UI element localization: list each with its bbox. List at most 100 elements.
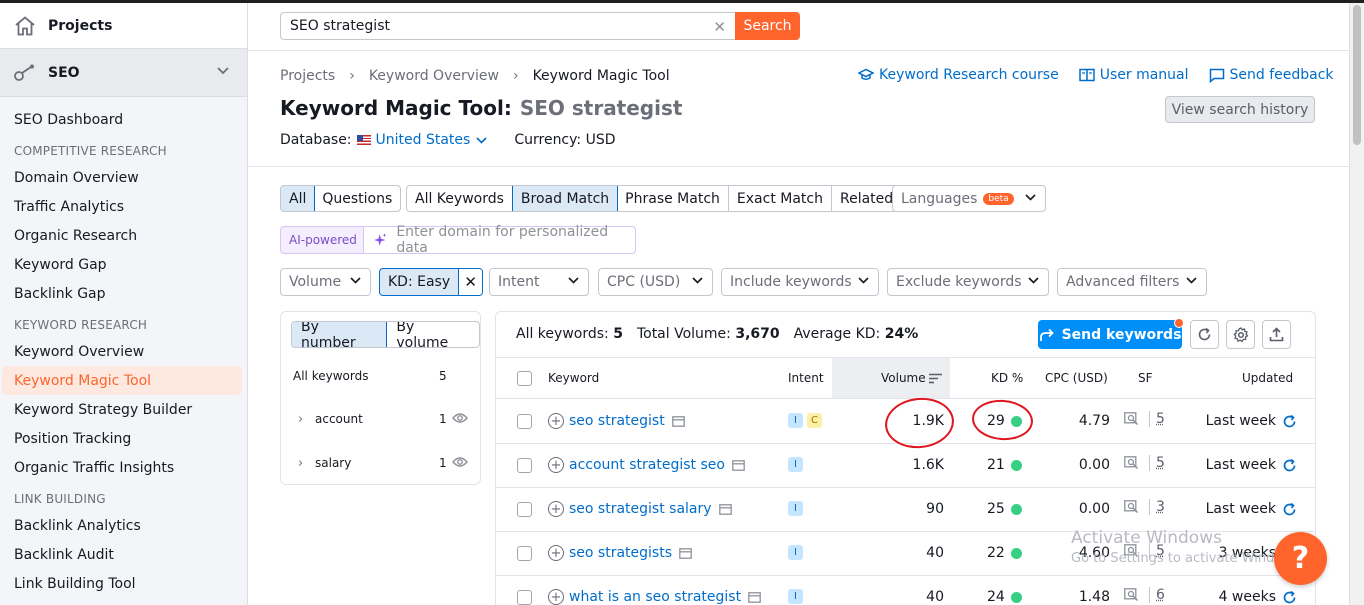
serp-features-icon[interactable] bbox=[1124, 412, 1139, 426]
refresh-icon[interactable] bbox=[1282, 590, 1297, 605]
sf-count[interactable]: 5 bbox=[1149, 411, 1165, 427]
add-to-list-icon[interactable]: + bbox=[548, 545, 564, 561]
tab-exact-match[interactable]: Exact Match bbox=[729, 186, 832, 211]
group-item[interactable]: › account 1 bbox=[281, 404, 480, 434]
volume-filter[interactable]: Volume bbox=[280, 268, 371, 296]
exclude-keywords-filter[interactable]: Exclude keywords bbox=[887, 268, 1049, 296]
user-manual-link[interactable]: User manual bbox=[1078, 67, 1189, 83]
send-feedback-link[interactable]: Send feedback bbox=[1209, 67, 1334, 83]
col-volume[interactable]: Volume bbox=[881, 371, 926, 385]
languages-dropdown[interactable]: Languages beta bbox=[892, 185, 1046, 212]
sidebar-item-traffic-analytics[interactable]: Traffic Analytics bbox=[0, 192, 247, 221]
sidebar-item-backlink-audit[interactable]: Backlink Audit bbox=[0, 540, 247, 569]
add-to-list-icon[interactable]: + bbox=[548, 589, 564, 605]
sidebar-projects[interactable]: Projects bbox=[0, 3, 247, 49]
eye-icon[interactable] bbox=[452, 456, 468, 468]
row-checkbox[interactable] bbox=[517, 414, 532, 429]
export-button[interactable] bbox=[1262, 320, 1291, 349]
row-checkbox[interactable] bbox=[517, 458, 532, 473]
keyword-link[interactable]: seo strategists bbox=[569, 545, 672, 561]
ai-domain-input[interactable]: Enter domain for personalized data bbox=[362, 224, 635, 256]
serp-features-icon[interactable] bbox=[1124, 456, 1139, 470]
tab-questions[interactable]: Questions bbox=[314, 186, 400, 211]
sidebar-seo-toggle[interactable]: SEO bbox=[0, 49, 247, 97]
serp-features-icon[interactable] bbox=[1124, 500, 1139, 514]
group-item[interactable]: › salary 1 bbox=[281, 448, 480, 478]
sidebar-item-link-building-tool[interactable]: Link Building Tool bbox=[0, 569, 247, 598]
clear-icon[interactable]: ✕ bbox=[713, 18, 726, 36]
add-to-list-icon[interactable]: + bbox=[548, 501, 564, 517]
breadcrumb-projects[interactable]: Projects bbox=[280, 68, 335, 84]
tab-all-keywords[interactable]: All Keywords bbox=[407, 186, 513, 211]
keyword-link[interactable]: seo strategist salary bbox=[569, 501, 712, 517]
sidebar-item-seo-dashboard[interactable]: SEO Dashboard bbox=[0, 105, 247, 134]
keyword-link[interactable]: what is an seo strategist bbox=[569, 589, 741, 605]
col-updated[interactable]: Updated bbox=[1242, 371, 1293, 385]
kd-filter-active[interactable]: KD: Easy ✕ bbox=[379, 268, 484, 296]
refresh-button[interactable] bbox=[1190, 320, 1219, 349]
group-all-keywords[interactable]: All keywords 5 bbox=[281, 361, 480, 391]
sidebar-item-keyword-magic-tool[interactable]: Keyword Magic Tool bbox=[2, 366, 242, 395]
chevron-right-icon[interactable]: › bbox=[298, 412, 303, 427]
refresh-icon[interactable] bbox=[1282, 502, 1297, 517]
select-all-checkbox[interactable] bbox=[517, 371, 532, 386]
tab-related[interactable]: Related bbox=[832, 186, 901, 211]
help-button[interactable]: ? bbox=[1274, 532, 1327, 585]
serp-preview-icon[interactable] bbox=[671, 415, 685, 427]
serp-preview-icon[interactable] bbox=[732, 459, 745, 471]
sidebar-item-organic-research[interactable]: Organic Research bbox=[0, 221, 247, 250]
search-button[interactable]: Search bbox=[735, 12, 800, 40]
chevron-right-icon[interactable]: › bbox=[298, 456, 303, 471]
tab-broad-match[interactable]: Broad Match bbox=[511, 186, 619, 211]
scrollbar-thumb[interactable] bbox=[1353, 5, 1361, 145]
row-checkbox[interactable] bbox=[517, 502, 532, 517]
page-scrollbar[interactable] bbox=[1349, 3, 1364, 605]
sort-desc-icon[interactable] bbox=[929, 373, 942, 384]
serp-features-icon[interactable] bbox=[1124, 588, 1139, 602]
sf-count[interactable]: 3 bbox=[1149, 499, 1165, 515]
sidebar-item-backlink-analytics[interactable]: Backlink Analytics bbox=[0, 511, 247, 540]
send-keywords-button[interactable]: Send keywords bbox=[1038, 320, 1182, 349]
col-intent[interactable]: Intent bbox=[788, 371, 824, 385]
refresh-icon[interactable] bbox=[1282, 414, 1297, 429]
advanced-filters[interactable]: Advanced filters bbox=[1057, 268, 1207, 296]
sidebar-item-keyword-gap[interactable]: Keyword Gap bbox=[0, 250, 247, 279]
sidebar-item-keyword-strategy-builder[interactable]: Keyword Strategy Builder bbox=[0, 395, 247, 424]
add-to-list-icon[interactable]: + bbox=[548, 413, 564, 429]
search-input[interactable]: SEO strategist ✕ bbox=[280, 12, 735, 40]
sidebar-item-keyword-overview[interactable]: Keyword Overview bbox=[0, 337, 247, 366]
sf-count[interactable]: 6 bbox=[1149, 587, 1165, 603]
settings-button[interactable] bbox=[1226, 320, 1255, 349]
sidebar-item-organic-traffic-insights[interactable]: Organic Traffic Insights bbox=[0, 453, 247, 482]
sidebar-item-backlink-gap[interactable]: Backlink Gap bbox=[0, 279, 247, 308]
include-keywords-filter[interactable]: Include keywords bbox=[721, 268, 879, 296]
eye-icon[interactable] bbox=[452, 412, 468, 424]
refresh-icon[interactable] bbox=[1282, 458, 1297, 473]
keyword-link[interactable]: seo strategist bbox=[569, 413, 665, 429]
add-to-list-icon[interactable]: + bbox=[548, 457, 564, 473]
database-select[interactable]: United States bbox=[356, 132, 488, 148]
close-icon[interactable]: ✕ bbox=[458, 269, 483, 295]
sidebar-item-domain-overview[interactable]: Domain Overview bbox=[0, 163, 247, 192]
sf-count[interactable]: 5 bbox=[1149, 455, 1165, 471]
row-checkbox[interactable] bbox=[517, 546, 532, 561]
tab-all[interactable]: All bbox=[281, 186, 316, 211]
tab-by-volume[interactable]: By volume bbox=[387, 322, 479, 347]
breadcrumb-keyword-overview[interactable]: Keyword Overview bbox=[369, 68, 499, 84]
col-keyword[interactable]: Keyword bbox=[548, 371, 599, 385]
view-search-history-button[interactable]: View search history bbox=[1165, 96, 1315, 123]
row-checkbox[interactable] bbox=[517, 590, 532, 605]
sidebar-item-position-tracking[interactable]: Position Tracking bbox=[0, 424, 247, 453]
keyword-link[interactable]: account strategist seo bbox=[569, 457, 725, 473]
serp-preview-icon[interactable] bbox=[748, 591, 761, 603]
cpc-filter[interactable]: CPC (USD) bbox=[598, 268, 713, 296]
col-sf[interactable]: SF bbox=[1138, 371, 1153, 385]
tab-phrase-match[interactable]: Phrase Match bbox=[617, 186, 729, 211]
tab-by-number[interactable]: By number bbox=[292, 322, 388, 347]
col-cpc[interactable]: CPC (USD) bbox=[1045, 371, 1108, 385]
keyword-research-course-link[interactable]: Keyword Research course bbox=[858, 67, 1059, 83]
serp-preview-icon[interactable] bbox=[679, 547, 692, 559]
serp-preview-icon[interactable] bbox=[718, 503, 732, 515]
intent-filter[interactable]: Intent bbox=[489, 268, 589, 296]
col-kd[interactable]: KD % bbox=[991, 371, 1023, 385]
